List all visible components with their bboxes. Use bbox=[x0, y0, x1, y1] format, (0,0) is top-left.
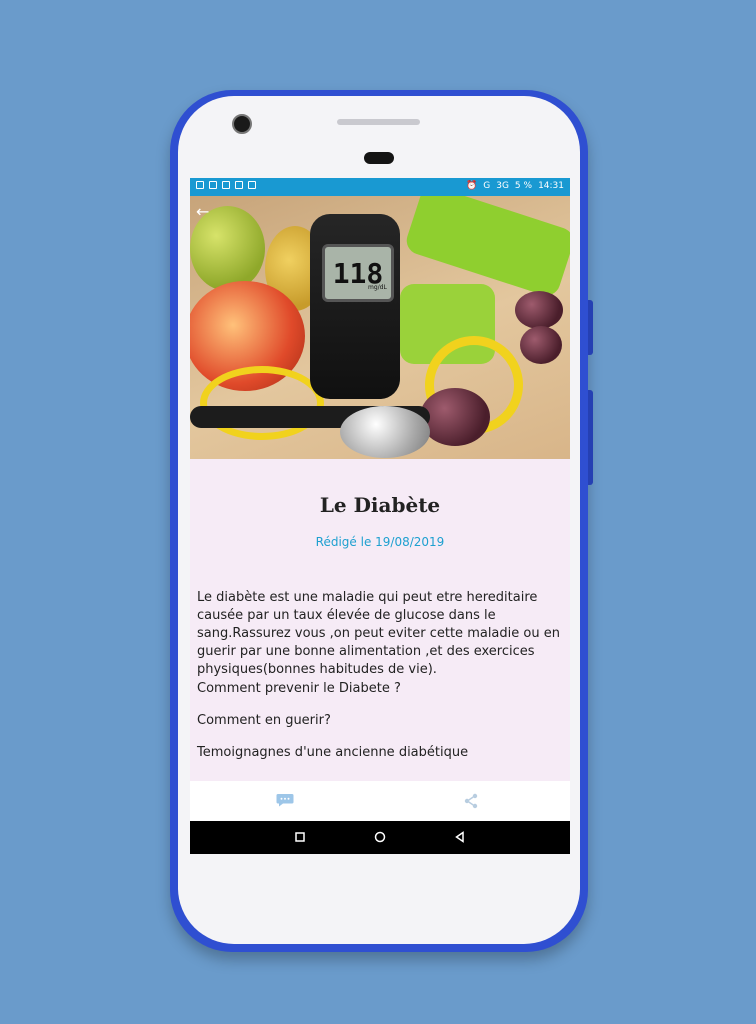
circle-icon[interactable] bbox=[372, 829, 388, 845]
arrow-left-icon[interactable]: ← bbox=[196, 202, 209, 221]
article-content: Le Diabète Rédigé le 19/08/2019 Le diabè… bbox=[190, 459, 570, 781]
front-camera bbox=[232, 114, 252, 134]
article-link-cure[interactable]: Comment en guerir? bbox=[197, 713, 331, 728]
plum-image bbox=[420, 388, 490, 446]
meter-display: 118 bbox=[322, 244, 394, 302]
notification-icons bbox=[196, 181, 256, 189]
article-title: Le Diabète bbox=[319, 493, 441, 517]
earpiece-speaker bbox=[337, 119, 420, 125]
status-bar: ⏰ G 3G 5 % 14:31 bbox=[190, 178, 570, 196]
meter-unit: mg/dL bbox=[368, 284, 387, 291]
action-bar bbox=[190, 781, 570, 821]
share-icon[interactable] bbox=[464, 793, 478, 809]
article-date: Rédigé le 19/08/2019 bbox=[315, 535, 445, 549]
battery-level: 5 % bbox=[514, 181, 533, 191]
clock: 14:31 bbox=[538, 181, 564, 191]
notification-icon bbox=[196, 181, 204, 189]
signal-type: 3G bbox=[496, 181, 509, 191]
status-indicators: ⏰ G 3G 5 % 14:31 bbox=[466, 181, 564, 191]
square-icon[interactable] bbox=[292, 829, 308, 845]
network-type: G bbox=[483, 181, 491, 191]
article-intro: Le diabète est une maladie qui peut etre… bbox=[197, 590, 560, 677]
volume-button bbox=[588, 300, 593, 355]
plum-image bbox=[520, 326, 562, 364]
hero-image: 118 mg/dL ← bbox=[190, 196, 570, 459]
proximity-sensor bbox=[364, 152, 394, 164]
plum-image bbox=[515, 291, 563, 329]
notification-icon bbox=[248, 181, 256, 189]
app-screen: ⏰ G 3G 5 % 14:31 118 mg/dL ← Le Diabète … bbox=[190, 178, 570, 854]
alarm-icon: ⏰ bbox=[466, 181, 478, 191]
article-link-prevent[interactable]: Comment prevenir le Diabete ? bbox=[197, 681, 401, 696]
notification-icon bbox=[222, 181, 230, 189]
power-button bbox=[588, 390, 593, 485]
article-link-testimony[interactable]: Temoignagnes d'une ancienne diabétique bbox=[197, 745, 468, 760]
measuring-tape-image bbox=[200, 366, 324, 440]
stethoscope-head bbox=[340, 406, 430, 458]
article-body: Le diabète est une maladie qui peut etre… bbox=[197, 589, 563, 679]
triangle-icon[interactable] bbox=[452, 829, 468, 845]
notification-icon bbox=[209, 181, 217, 189]
notification-icon bbox=[235, 181, 243, 189]
glucose-meter: 118 mg/dL bbox=[310, 214, 400, 399]
system-nav-bar bbox=[190, 821, 570, 854]
comment-icon[interactable] bbox=[276, 793, 294, 807]
